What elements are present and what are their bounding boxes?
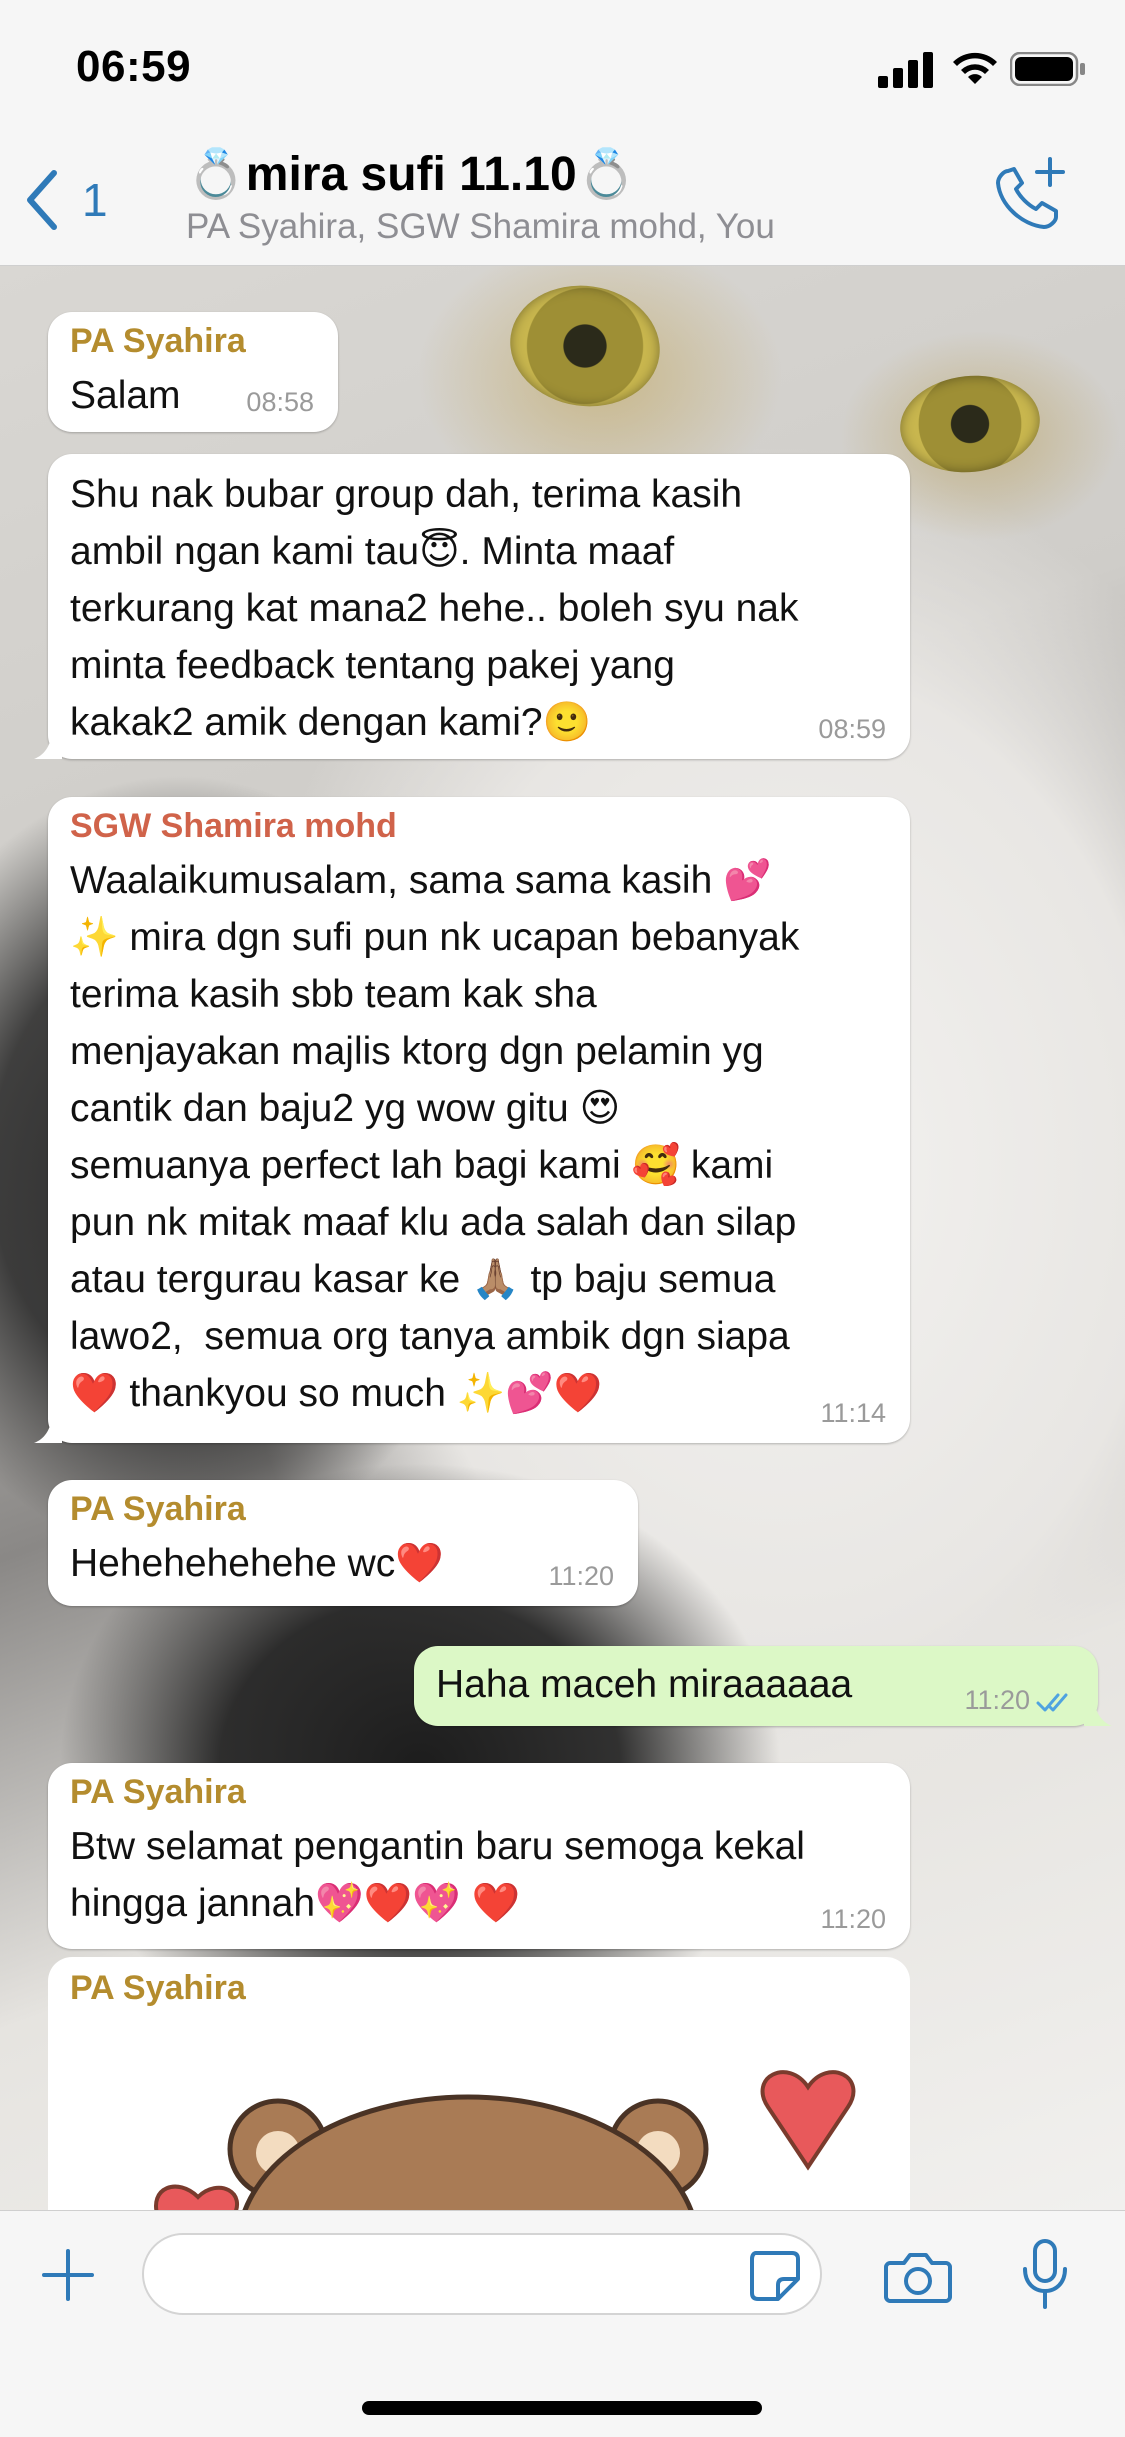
message-time: 08:58 — [246, 387, 314, 417]
message-time: 11:14 — [820, 1398, 886, 1428]
read-receipt-icon — [1036, 1693, 1068, 1712]
message-meta: 11:20 — [964, 1685, 1074, 1716]
wifi-icon — [953, 52, 997, 84]
message-sender: PA Syahira — [70, 1773, 246, 1811]
message-sender: PA Syahira — [70, 1969, 246, 2007]
message-text: Btw selamat pengantin baru semoga kekal … — [70, 1825, 805, 1925]
group-members[interactable]: PA Syahira, SGW Shamira mohd, You — [186, 207, 775, 247]
mic-icon[interactable] — [1020, 2239, 1070, 2311]
sticker-icon[interactable] — [746, 2247, 802, 2303]
group-title[interactable]: 💍mira sufi 11.10💍 — [186, 145, 636, 202]
wallpaper-cat-eye — [895, 368, 1045, 480]
message-text: Waalaikumusalam, sama sama kasih 💕 ✨ mir… — [70, 859, 800, 1415]
home-indicator[interactable] — [362, 2401, 762, 2415]
status-time: 06:59 — [76, 42, 192, 91]
bubble-tail — [34, 733, 62, 759]
message-bubble[interactable]: SGW Shamira mohd Waalaikumusalam, sama s… — [34, 797, 910, 1443]
message-sender: PA Syahira — [70, 1490, 246, 1528]
camera-icon[interactable] — [884, 2249, 952, 2303]
unread-count: 1 — [82, 174, 108, 226]
bubble-tail — [34, 1417, 62, 1443]
message-input[interactable] — [172, 2235, 736, 2315]
message-sender: SGW Shamira mohd — [70, 807, 397, 845]
chat-header: 1 💍mira sufi 11.10💍 PA Syahira, SGW Sham… — [0, 135, 1125, 266]
battery-icon — [1010, 52, 1085, 86]
message-bubble[interactable]: Shu nak bubar group dah, terima kasih am… — [34, 454, 910, 759]
message-field[interactable] — [142, 2233, 822, 2315]
message-time: 11:20 — [548, 1561, 614, 1591]
bubble-tail — [1084, 1700, 1112, 1726]
sticker-message[interactable]: PA Syahira — [48, 1957, 910, 2217]
message-time: 11:20 — [820, 1904, 886, 1934]
message-bubble[interactable]: PA Syahira Salam 08:58 — [48, 312, 338, 432]
bear-sticker — [154, 2070, 856, 2217]
plus-icon[interactable] — [40, 2247, 96, 2303]
message-bubble-outgoing[interactable]: Haha maceh miraaaaaa 11:20 — [414, 1646, 1112, 1726]
message-bubble[interactable]: PA Syahira Hehehehehehe wc❤️ 11:20 — [48, 1480, 638, 1606]
wallpaper-cat-eye — [502, 276, 668, 416]
message-time: 08:59 — [818, 714, 886, 744]
message-text: Hehehehehehe wc❤️ — [70, 1542, 444, 1585]
message-input-bar — [0, 2210, 1125, 2437]
message-time: 11:20 — [964, 1685, 1030, 1715]
call-add-icon[interactable] — [990, 155, 1070, 235]
cellular-signal-icon — [878, 52, 933, 88]
chevron-left-icon — [27, 170, 57, 230]
message-sender: PA Syahira — [70, 322, 246, 360]
message-text: Shu nak bubar group dah, terima kasih am… — [70, 473, 799, 744]
chat-area[interactable]: PA Syahira Salam 08:58 Shu nak bubar gro… — [0, 266, 1125, 2210]
back-button[interactable]: 1 — [22, 165, 108, 235]
message-bubble[interactable]: PA Syahira Btw selamat pengantin baru se… — [48, 1763, 910, 1949]
status-bar: 06:59 — [0, 0, 1125, 135]
